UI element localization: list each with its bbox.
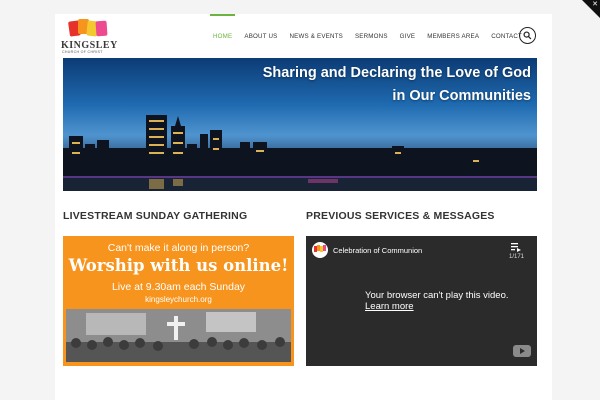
search-button[interactable] [519,27,536,44]
video-player[interactable]: Celebration of Communion 1/171 Your brow… [306,236,537,366]
search-icon [523,31,532,40]
channel-avatar[interactable] [312,242,328,258]
previous-services-section-title: PREVIOUS SERVICES & MESSAGES [306,210,495,222]
promo-line4: kingsleychurch.org [145,295,212,304]
nav-home[interactable]: HOME [207,14,238,58]
playlist-count: 1/171 [509,254,525,260]
close-icon[interactable]: ✕ [592,0,598,8]
content-container: KINGSLEY CHURCH OF CHRIST HOME ABOUT US … [55,14,552,400]
learn-more-link[interactable]: Learn more [365,301,414,312]
main-nav: HOME ABOUT US NEWS & EVENTS SERMONS GIVE… [207,14,528,58]
nav-news-events[interactable]: NEWS & EVENTS [284,14,349,58]
logo-mark [68,19,108,39]
nav-about-us[interactable]: ABOUT US [238,14,283,58]
hero-banner: Sharing and Declaring the Love of God in… [63,58,537,191]
promo-line2: Worship with us online! [68,256,289,275]
hero-heading-line2: in Our Communities [392,88,531,104]
video-title[interactable]: Celebration of Communion [333,246,422,255]
nav-give[interactable]: GIVE [394,14,422,58]
playlist-icon[interactable] [511,243,521,252]
worship-online-promo[interactable]: Can't make it along in person? Worship w… [63,236,294,366]
hero-heading-line1: Sharing and Declaring the Love of God [262,65,531,81]
promo-line3: Live at 9.30am each Sunday [111,281,246,293]
logo-subtitle: CHURCH OF CHRIST [62,50,103,54]
nav-sermons[interactable]: SERMONS [349,14,394,58]
page: ✕ KINGSLEY CHURCH OF CHRIST HOME ABOUT U… [0,0,600,400]
promo-line1: Can't make it along in person? [107,242,250,254]
site-logo[interactable]: KINGSLEY CHURCH OF CHRIST [61,19,131,55]
youtube-logo-icon[interactable] [513,345,531,357]
video-error-message: Your browser can't play this video. [365,290,509,301]
livestream-section-title: LIVESTREAM SUNDAY GATHERING [63,210,248,222]
congregation-photo [66,309,291,362]
site-header: KINGSLEY CHURCH OF CHRIST HOME ABOUT US … [55,14,552,58]
nav-members-area[interactable]: MEMBERS AREA [421,14,485,58]
